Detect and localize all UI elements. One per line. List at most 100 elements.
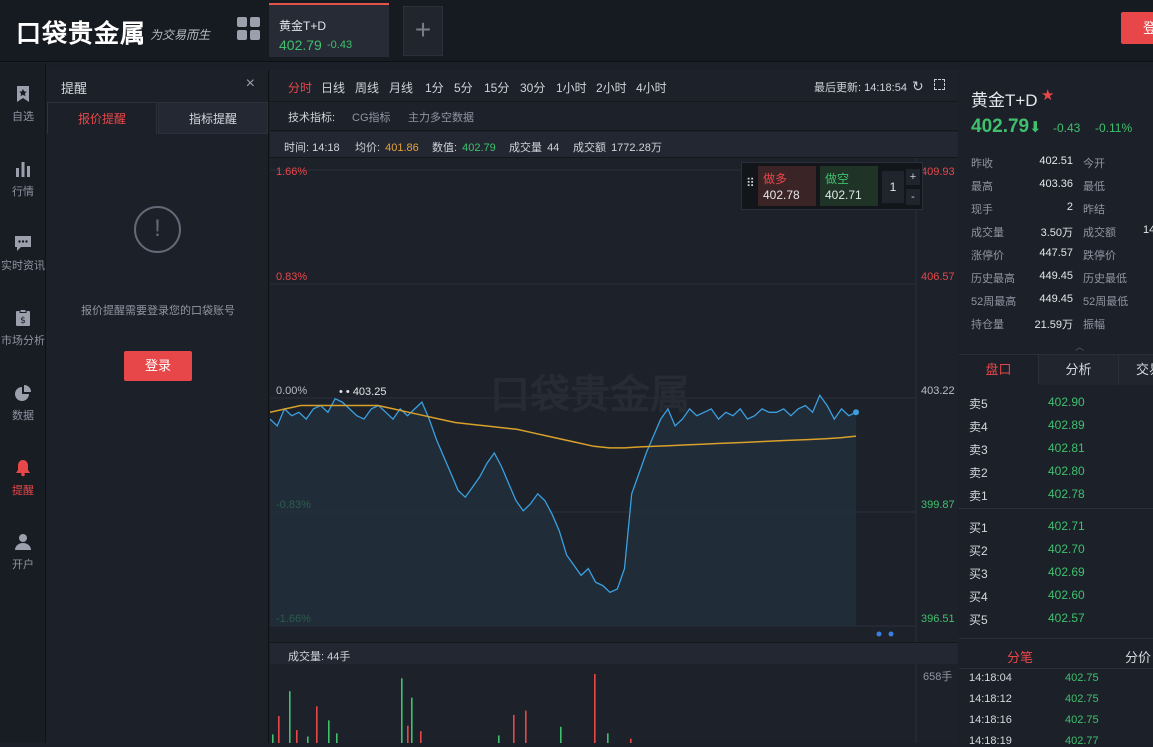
tab-ticks[interactable]: 分笔 [1007, 647, 1033, 666]
quantity-input[interactable]: 1 [882, 171, 904, 203]
short-label: 做空 [825, 172, 850, 186]
instrument-price: 402.79 [971, 116, 1030, 137]
nav-item-open-account[interactable]: 开户 [0, 511, 46, 575]
stat-value: 21.59万 [1034, 319, 1073, 331]
tick-time: 14:18:04 [969, 672, 1012, 684]
nav-item-watchlist[interactable]: 自选 [0, 63, 46, 127]
nav-label: 实时资讯 [1, 260, 45, 272]
tab-indicator-alert[interactable]: 指标提醒 [158, 102, 268, 134]
bid-price: 402.57 [1048, 611, 1085, 625]
drag-handle-icon[interactable]: ⠿ [746, 177, 755, 189]
tab-price-volume[interactable]: 分价 [1125, 647, 1151, 666]
ask-label: 卖1 [969, 489, 988, 503]
remind-header: 提醒 × [47, 70, 269, 100]
nav-item-news[interactable]: 实时资讯 [0, 212, 46, 276]
add-tab-button[interactable]: + [403, 6, 443, 56]
intraday-chart[interactable]: 口袋贵金属1.66%0.83%0.00%-0.83%-1.66%409.9340… [270, 158, 958, 644]
info-turnover: 成交额 1772.28万 [573, 139, 662, 155]
info-avg-label: 均价: [355, 142, 381, 154]
collapse-chevron-icon[interactable]: ︿ [1075, 340, 1084, 353]
expand-icon[interactable] [934, 79, 945, 90]
stat-key: 历史最低 [1083, 273, 1127, 285]
nav-item-alerts[interactable]: 提醒 [0, 437, 46, 501]
info-turnover-label: 成交额 [573, 142, 606, 154]
tab-change: -0.43 [327, 39, 353, 51]
nav-item-market[interactable]: 行情 [0, 138, 46, 202]
nav-label: 提醒 [12, 485, 34, 497]
stat-key: 52周最低 [1083, 296, 1129, 308]
tab-trade[interactable]: 交易 [1119, 355, 1153, 385]
tab-analysis[interactable]: 分析 [1039, 355, 1119, 385]
stat-value: 449.45 [1039, 270, 1073, 282]
bid-label: 买4 [969, 590, 988, 604]
bid-label: 买2 [969, 544, 988, 558]
period-tab[interactable]: 1小时 [556, 79, 587, 96]
bid-price: 402.60 [1048, 588, 1085, 602]
y-label-left: 0.83% [276, 271, 307, 283]
tick-price: 402.77 [1065, 735, 1099, 747]
volume-header: 成交量: 44手 [270, 642, 958, 664]
period-tab[interactable]: 30分 [520, 79, 545, 96]
period-tab[interactable]: 周线 [355, 79, 379, 96]
y-label-right: 399.87 [921, 499, 955, 511]
refresh-icon[interactable]: ↻ [912, 78, 924, 95]
page-dot[interactable] [888, 631, 894, 637]
period-tabs: 分时 日线 周线 月线 1分 5分 15分 30分 1小时 2小时 4小时 最后… [270, 70, 958, 102]
bid-price: 402.71 [1048, 519, 1085, 533]
bell-icon [16, 460, 30, 477]
quantity-increase-button[interactable]: + [906, 169, 920, 185]
stat-value: 402.51 [1039, 155, 1073, 167]
ask-label: 卖5 [969, 397, 988, 411]
stat-row: 成交量 3.50万 成交额 14 [971, 224, 1153, 242]
bid-label: 买3 [969, 567, 988, 581]
long-price: 402.78 [763, 188, 800, 202]
indicator-cg[interactable]: CG指标 [352, 109, 391, 125]
period-tab[interactable]: 分时 [288, 79, 312, 96]
nav-item-data[interactable]: 数据 [0, 362, 46, 426]
tab-price-alert[interactable]: 报价提醒 [47, 102, 157, 134]
period-tab[interactable]: 2小时 [596, 79, 627, 96]
exclamation-icon: ! [134, 206, 181, 253]
left-nav: 自选 行情 实时资讯 $ 市场分析 数据 提醒 开户 [0, 63, 46, 743]
tab-orderbook[interactable]: 盘口 [959, 355, 1039, 385]
ask-label: 卖3 [969, 443, 988, 457]
chart-watermark: 口袋贵金属 [490, 372, 690, 417]
sell-short-button[interactable]: 做空 402.71 [820, 166, 878, 206]
stat-row: 现手 2 昨结 [971, 201, 1153, 219]
period-tab[interactable]: 月线 [389, 79, 413, 96]
nav-label: 数据 [12, 410, 34, 422]
nav-label: 行情 [12, 186, 34, 198]
period-tab[interactable]: 15分 [484, 79, 509, 96]
volume-bar [498, 735, 500, 743]
tick-time: 14:18:19 [969, 735, 1012, 747]
favorite-star-icon[interactable]: ★ [1041, 86, 1054, 104]
bid-price: 402.69 [1048, 565, 1085, 579]
period-tab[interactable]: 4小时 [636, 79, 667, 96]
volume-bar [307, 736, 309, 743]
remind-login-button[interactable]: 登录 [124, 351, 192, 381]
info-value-label: 数值: [432, 142, 458, 154]
volume-bar [336, 733, 338, 743]
volume-bar [401, 678, 403, 743]
y-label-right: 396.51 [921, 613, 955, 625]
volume-bar [607, 733, 609, 743]
stat-row: 52周最高 449.45 52周最低 [971, 293, 1153, 311]
period-tab[interactable]: 1分 [425, 79, 444, 96]
high-marker-label: • • 403.25 [339, 386, 386, 398]
indicator-main-force[interactable]: 主力多空数据 [408, 109, 474, 125]
login-button[interactable]: 登录 [1121, 12, 1153, 44]
buy-long-button[interactable]: 做多 402.78 [758, 166, 816, 206]
close-icon[interactable]: × [246, 75, 255, 93]
stat-value: 447.57 [1039, 247, 1073, 259]
y-label-right: 403.22 [921, 385, 955, 397]
quantity-decrease-button[interactable]: - [906, 189, 920, 205]
nav-item-analysis[interactable]: $ 市场分析 [0, 287, 46, 351]
ask-label: 卖2 [969, 466, 988, 480]
period-tab[interactable]: 日线 [321, 79, 345, 96]
tab-gold-td[interactable]: 黄金T+D 402.79 -0.43 [269, 3, 389, 57]
clipboard-icon: $ [16, 309, 30, 326]
apps-grid-icon[interactable] [237, 17, 261, 41]
page-dot[interactable] [876, 631, 882, 637]
y-label-left: 0.00% [276, 385, 307, 397]
period-tab[interactable]: 5分 [454, 79, 473, 96]
